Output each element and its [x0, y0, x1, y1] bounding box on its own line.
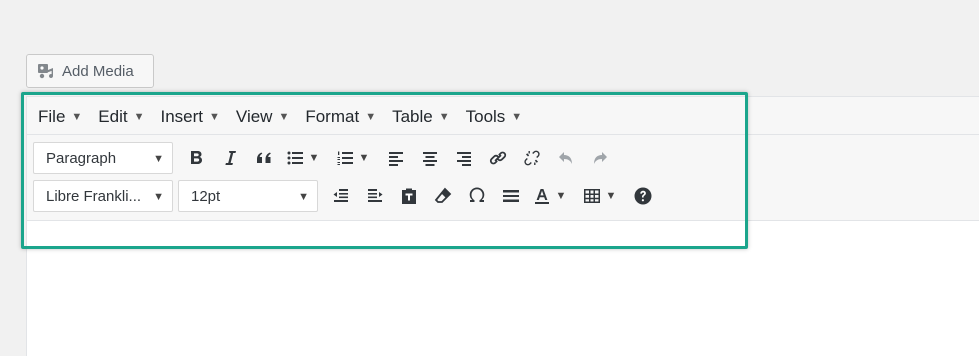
- toolbar-highlight-frame: [21, 92, 748, 249]
- add-media-icon: [38, 64, 54, 79]
- add-media-button[interactable]: Add Media: [26, 54, 154, 88]
- add-media-label: Add Media: [62, 62, 134, 80]
